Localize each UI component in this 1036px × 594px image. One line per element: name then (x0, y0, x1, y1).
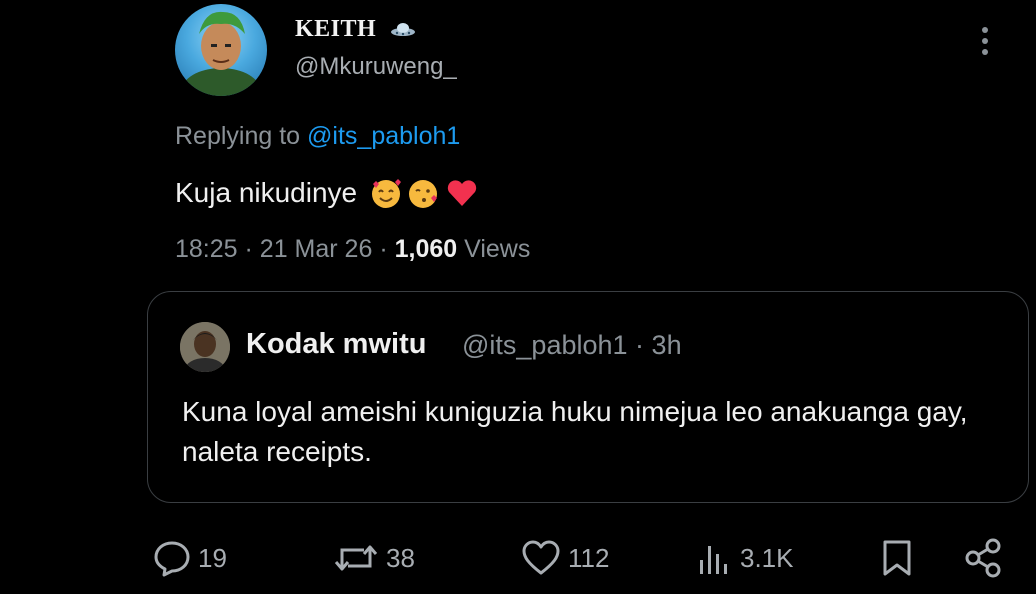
retweet-icon (334, 545, 378, 571)
red-heart-icon (447, 180, 477, 206)
retweet-count: 38 (386, 542, 415, 573)
views-button[interactable]: 3.1K (694, 530, 794, 586)
more-vertical-icon[interactable] (975, 24, 995, 58)
bookmark-icon (883, 540, 911, 576)
replying-handle-link[interactable]: @its_pabloh1 (307, 122, 460, 150)
meta-separator: · (379, 235, 395, 263)
replying-prefix: Replying to (175, 122, 301, 150)
meta-separator: · (244, 235, 260, 263)
views-action-count: 3.1K (740, 542, 794, 573)
author-avatar[interactable] (175, 4, 267, 96)
reply-count: 19 (198, 542, 227, 573)
reply-icon (154, 541, 190, 577)
tweet-text: Kuja nikudinye (175, 176, 479, 210)
share-button[interactable] (962, 530, 1004, 586)
quoted-age[interactable]: 3h (652, 330, 682, 360)
ufo-icon (391, 23, 415, 36)
replying-to: Replying to @its_pabloh1 (175, 122, 460, 151)
face-blowing-kiss-icon (409, 180, 438, 208)
quoted-author-name[interactable]: Kodak mwitu (246, 328, 426, 361)
analytics-icon (700, 546, 727, 574)
tweet-body: Kuja nikudinye (175, 177, 358, 208)
quoted-avatar-illustration (180, 322, 230, 372)
action-bar: 19 38 112 3.1K (0, 530, 1036, 586)
avatar-illustration (181, 11, 261, 96)
quoted-tweet-text: Kuna loyal ameishi kuniguzia huku nimeju… (182, 396, 968, 467)
reply-button[interactable]: 19 (152, 530, 227, 586)
like-button[interactable]: 112 (520, 530, 609, 586)
tweet-time[interactable]: 18:25 (175, 235, 238, 263)
like-count: 112 (568, 542, 610, 573)
like-icon (522, 540, 560, 575)
author-name[interactable]: KEITH (295, 16, 376, 43)
retweet-button[interactable]: 38 (332, 530, 415, 586)
tweet-meta: 18:25 · 21 Mar 26 · 1,060 Views (175, 235, 530, 264)
tweet-date[interactable]: 21 Mar 26 (260, 235, 373, 263)
quoted-tweet-card[interactable]: Kodak mwitu @its_pabloh1 · 3h Kuna loyal… (147, 291, 1029, 503)
smiling-face-with-hearts-icon (372, 179, 402, 208)
quoted-author-avatar[interactable] (180, 322, 230, 372)
quoted-author-meta: @its_pabloh1 · 3h (462, 330, 682, 361)
views-label: Views (464, 235, 531, 263)
quoted-author-handle[interactable]: @its_pabloh1 (462, 330, 628, 360)
author-handle[interactable]: @Mkuruweng_ (295, 53, 457, 81)
views-count: 1,060 (394, 235, 458, 263)
bookmark-button[interactable] (878, 530, 916, 586)
share-icon (965, 538, 1001, 578)
quoted-separator: · (635, 330, 652, 360)
